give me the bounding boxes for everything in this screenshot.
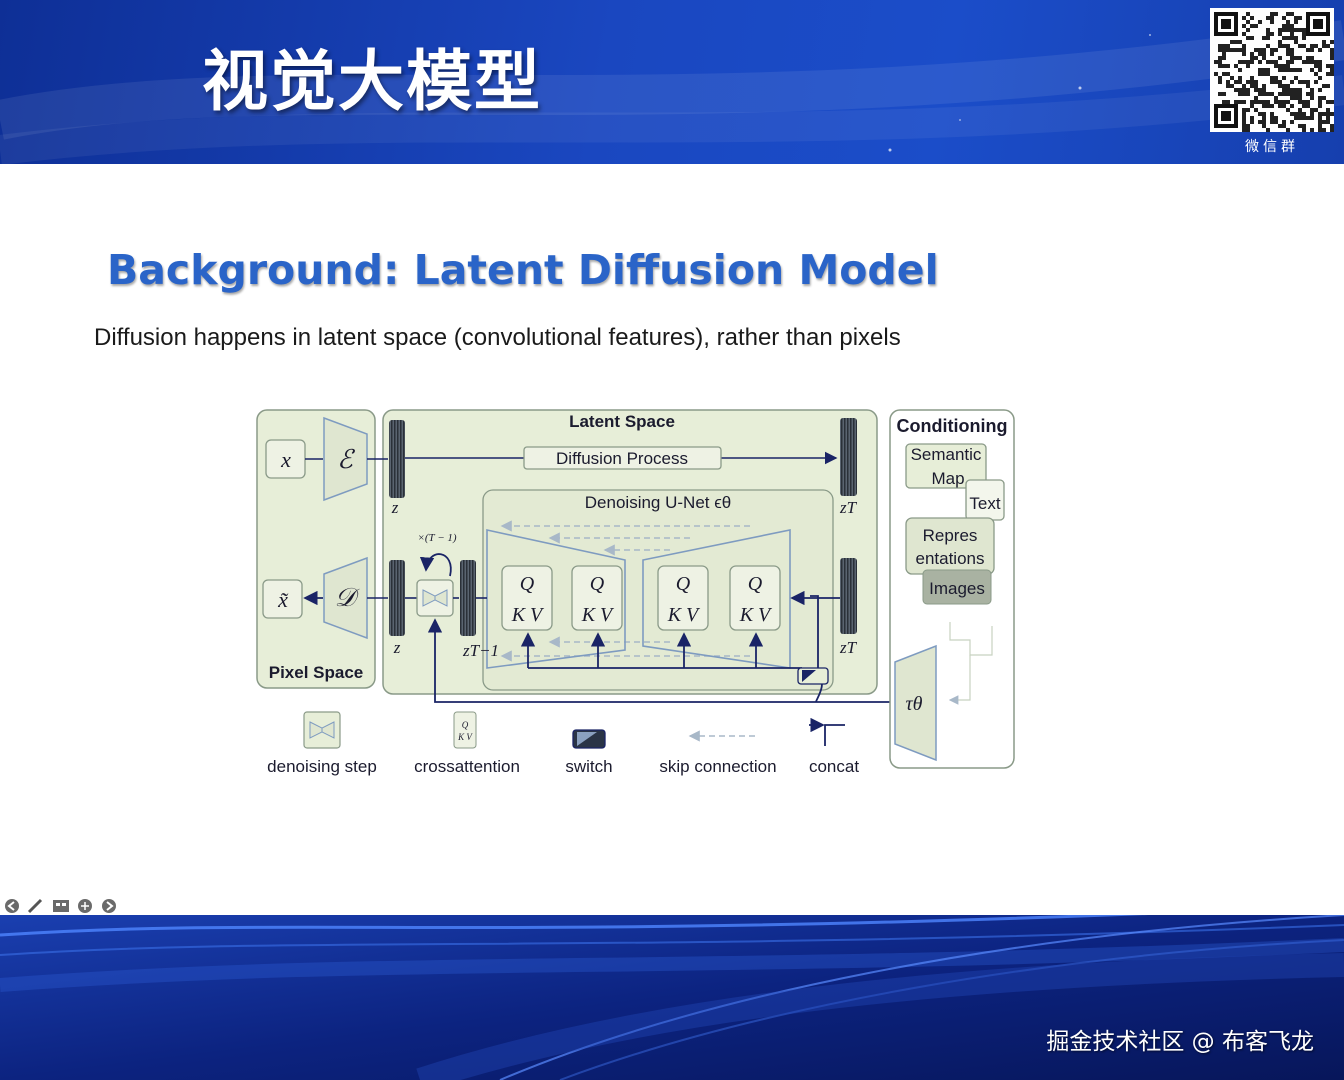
latent-zT1 <box>460 560 476 636</box>
semantic-map-line2: Map <box>931 469 964 488</box>
legend-switch: switch <box>565 757 612 776</box>
kv-label: K V <box>511 604 545 626</box>
pen-icon[interactable] <box>27 898 43 914</box>
z-label-top: z <box>391 498 399 517</box>
zT-label-top: zT <box>839 498 858 517</box>
input-x-symbol: x <box>280 447 291 472</box>
images-label: Images <box>929 579 985 598</box>
unet-label: Denoising U-Net ϵθ <box>585 493 731 512</box>
diffusion-process-label: Diffusion Process <box>556 449 688 468</box>
watermark: 掘金技术社区 @ 布客飞龙 <box>1046 1029 1314 1055</box>
slides-icon[interactable] <box>53 900 69 912</box>
representations-line1: Repres <box>923 526 978 545</box>
encoder-symbol: ℰ <box>337 445 355 474</box>
slideshow-toolbar <box>5 898 116 914</box>
q-label: Q <box>676 573 691 595</box>
header-banner: 视觉大模型 <box>0 0 1344 164</box>
zT-label-bottom: zT <box>839 638 858 657</box>
representations-line2: entations <box>916 549 985 568</box>
q-label: Q <box>748 573 763 595</box>
semantic-map-line1: Semantic <box>911 445 982 464</box>
back-icon[interactable] <box>5 899 19 913</box>
slide-title: Background: Latent Diffusion Model <box>107 246 939 294</box>
latent-zT-bottom <box>840 558 857 634</box>
zT1-label: zT−1 <box>462 641 499 660</box>
legend-skip-connection: skip connection <box>659 757 776 776</box>
svg-text:Q: Q <box>462 720 469 730</box>
kv-label: K V <box>667 604 701 626</box>
kv-label: K V <box>581 604 615 626</box>
latent-z-top <box>389 420 405 498</box>
qr-code-pattern <box>1210 8 1334 132</box>
kv-label: K V <box>739 604 773 626</box>
svg-text:K V: K V <box>457 732 473 742</box>
z-label-bottom: z <box>393 638 401 657</box>
q-label: Q <box>520 573 535 595</box>
zoom-icon[interactable] <box>78 899 92 913</box>
latent-zT-top <box>840 418 857 496</box>
legend: denoising step Q K V crossattention swit… <box>267 711 859 776</box>
latent-space-label: Latent Space <box>569 412 675 431</box>
tau-label: τθ <box>906 693 923 715</box>
ldm-diagram: Pixel Space x ℰ x̃ 𝒟 Latent Space z Diff… <box>256 409 1015 776</box>
legend-concat: concat <box>809 757 859 776</box>
q-label: Q <box>590 573 605 595</box>
header-title: 视觉大模型 <box>202 43 542 120</box>
conditioning-label: Conditioning <box>897 416 1008 436</box>
forward-icon[interactable] <box>102 899 116 913</box>
legend-crossattention: crossattention <box>414 757 520 776</box>
qr-code-image <box>1210 8 1334 132</box>
legend-denoising-step: denoising step <box>267 757 377 776</box>
qr-caption: 微信群 <box>1245 139 1299 155</box>
output-x-tilde-symbol: x̃ <box>277 587 288 612</box>
repeat-label: ×(T − 1) <box>417 532 456 544</box>
text-cond-label: Text <box>969 494 1000 513</box>
latent-z-bottom <box>389 560 405 636</box>
legend-crossattention-icon <box>453 711 477 749</box>
slide-subtitle: Diffusion happens in latent space (convo… <box>94 324 901 351</box>
legend-concat-icon <box>824 724 845 746</box>
pixel-space-label: Pixel Space <box>269 663 364 682</box>
